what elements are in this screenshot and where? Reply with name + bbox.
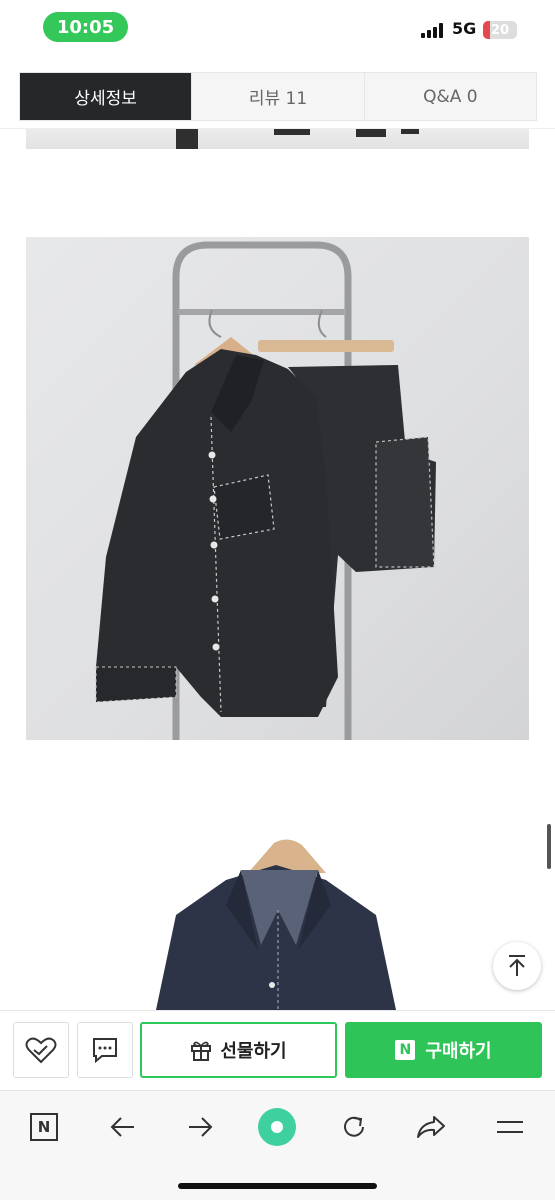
signal-icon (421, 23, 443, 38)
buy-button-label: 구매하기 (425, 1041, 492, 1062)
back-arrow-icon (110, 1117, 134, 1137)
wishlist-button[interactable] (13, 1022, 69, 1078)
naver-home-button[interactable]: N (24, 1107, 64, 1147)
network-type: 5G (452, 19, 477, 38)
gift-button[interactable]: 선물하기 (140, 1022, 337, 1078)
back-button[interactable] (103, 1107, 143, 1147)
share-icon (417, 1116, 445, 1138)
tab-qna[interactable]: Q&A 0 (363, 73, 536, 120)
product-image-main (26, 237, 529, 740)
naverpay-badge: N (395, 1040, 416, 1060)
home-indicator (178, 1183, 377, 1189)
product-image-previous (26, 129, 529, 149)
green-dot-icon (258, 1108, 296, 1146)
battery-icon: 20 (483, 21, 517, 39)
tab-detail-info[interactable]: 상세정보 (20, 73, 192, 120)
battery-level: 20 (490, 22, 510, 38)
menu-icon (497, 1121, 523, 1133)
product-image-second (26, 835, 529, 1010)
naver-home-icon: N (30, 1113, 58, 1141)
forward-arrow-icon (189, 1117, 213, 1137)
gift-button-label: 선물하기 (220, 1041, 287, 1062)
talk-button[interactable] (77, 1022, 133, 1078)
buy-button[interactable]: N 구매하기 (345, 1022, 542, 1078)
forward-button[interactable] (180, 1107, 220, 1147)
heart-check-icon (25, 1037, 57, 1064)
green-dot-button[interactable] (257, 1107, 297, 1147)
purchase-bar: 선물하기 N 구매하기 (0, 1010, 555, 1090)
chat-bubble-icon (93, 1038, 117, 1064)
refresh-icon (344, 1116, 364, 1137)
refresh-button[interactable] (334, 1107, 374, 1147)
status-time: 10:05 (43, 12, 128, 42)
menu-button[interactable] (490, 1107, 530, 1147)
status-bar: 10:05 5G 20 (0, 0, 555, 56)
arrow-up-icon (509, 955, 525, 976)
share-button[interactable] (411, 1107, 451, 1147)
detail-tabs: 상세정보 리뷰 11 Q&A 0 (19, 72, 537, 121)
gift-icon (191, 1041, 212, 1061)
scroll-top-button[interactable] (493, 942, 541, 990)
scroll-indicator[interactable] (547, 824, 551, 869)
tab-reviews[interactable]: 리뷰 11 (191, 73, 364, 120)
